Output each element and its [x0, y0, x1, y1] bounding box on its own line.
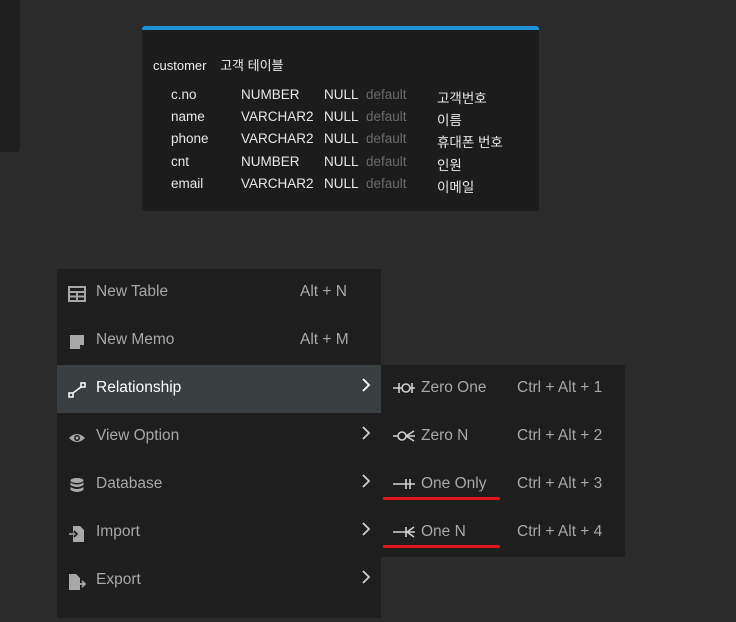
column-row[interactable]: cnt NUMBER NULL default 인원 — [142, 154, 539, 174]
one-only-icon — [393, 479, 415, 489]
relationship-icon — [68, 382, 86, 398]
zero-one-icon — [393, 383, 415, 393]
column-row[interactable]: name VARCHAR2 NULL default 이름 — [142, 109, 539, 129]
submenu-item-one-n[interactable]: One N Ctrl + Alt + 4 — [381, 509, 625, 557]
one-n-icon — [393, 526, 415, 538]
context-menu: New Table Alt + N New Memo Alt + M Relat… — [57, 269, 381, 618]
table-header: customer 고객 테이블 — [153, 55, 284, 74]
menu-item-relationship[interactable]: Relationship — [57, 365, 381, 413]
menu-item-label: Relationship — [96, 379, 182, 396]
column-name[interactable]: cnt — [171, 154, 189, 169]
table-card[interactable]: customer 고객 테이블 c.no NUMBER NULL default… — [142, 26, 539, 211]
column-type[interactable]: NUMBER — [241, 154, 300, 169]
column-type[interactable]: NUMBER — [241, 87, 300, 102]
column-name[interactable]: name — [171, 109, 205, 124]
import-icon — [69, 526, 84, 542]
submenu-item-shortcut: Ctrl + Alt + 3 — [517, 475, 603, 492]
menu-item-label: Export — [96, 571, 141, 588]
menu-item-new-table[interactable]: New Table Alt + N — [57, 269, 381, 317]
column-comment[interactable]: 이름 — [437, 109, 462, 129]
menu-item-shortcut: Alt + N — [300, 283, 347, 300]
submenu-item-shortcut: Ctrl + Alt + 1 — [517, 379, 603, 396]
left-panel — [0, 0, 20, 152]
menu-item-new-memo[interactable]: New Memo Alt + M — [57, 317, 381, 365]
submenu-item-zero-n[interactable]: Zero N Ctrl + Alt + 2 — [381, 413, 625, 461]
column-null[interactable]: NULL — [324, 87, 359, 102]
submenu-item-label: One N — [421, 523, 466, 540]
chevron-right-icon — [362, 378, 371, 392]
highlight-underline — [383, 497, 500, 500]
column-null[interactable]: NULL — [324, 176, 359, 191]
column-default[interactable]: default — [366, 109, 407, 124]
column-type[interactable]: VARCHAR2 — [241, 176, 314, 191]
column-name[interactable]: c.no — [171, 87, 197, 102]
menu-item-shortcut: Alt + M — [300, 331, 349, 348]
relationship-submenu: Zero One Ctrl + Alt + 1 Zero N Ctrl + Al… — [381, 365, 625, 557]
column-comment[interactable]: 이메일 — [437, 176, 474, 196]
column-null[interactable]: NULL — [324, 131, 359, 146]
table-name[interactable]: customer — [153, 58, 206, 73]
column-type[interactable]: VARCHAR2 — [241, 131, 314, 146]
column-row[interactable]: phone VARCHAR2 NULL default 휴대폰 번호 — [142, 131, 539, 151]
chevron-right-icon — [362, 426, 371, 440]
chevron-right-icon — [362, 474, 371, 488]
chevron-right-icon — [362, 570, 371, 584]
menu-item-view-option[interactable]: View Option — [57, 413, 381, 461]
menu-item-export[interactable]: Export — [57, 557, 381, 605]
column-comment[interactable]: 인원 — [437, 154, 462, 174]
submenu-item-label: Zero One — [421, 379, 487, 396]
zero-n-icon — [393, 430, 415, 442]
column-default[interactable]: default — [366, 176, 407, 191]
submenu-item-one-only[interactable]: One Only Ctrl + Alt + 3 — [381, 461, 625, 509]
highlight-underline — [383, 545, 500, 548]
column-name[interactable]: email — [171, 176, 203, 191]
table-comment[interactable]: 고객 테이블 — [220, 58, 283, 73]
eye-icon — [69, 434, 85, 442]
table-icon — [68, 286, 86, 302]
submenu-item-shortcut: Ctrl + Alt + 4 — [517, 523, 603, 540]
column-default[interactable]: default — [366, 87, 407, 102]
column-null[interactable]: NULL — [324, 154, 359, 169]
column-row[interactable]: c.no NUMBER NULL default 고객번호 — [142, 87, 539, 107]
column-name[interactable]: phone — [171, 131, 209, 146]
database-icon — [70, 478, 84, 492]
column-type[interactable]: VARCHAR2 — [241, 109, 314, 124]
menu-item-label: Import — [96, 523, 140, 540]
menu-item-label: New Memo — [96, 331, 175, 348]
chevron-right-icon — [362, 522, 371, 536]
column-row[interactable]: email VARCHAR2 NULL default 이메일 — [142, 176, 539, 196]
menu-item-import[interactable]: Import — [57, 509, 381, 557]
column-comment[interactable]: 고객번호 — [437, 87, 487, 107]
export-icon — [69, 574, 86, 590]
column-comment[interactable]: 휴대폰 번호 — [437, 131, 503, 151]
column-default[interactable]: default — [366, 154, 407, 169]
column-default[interactable]: default — [366, 131, 407, 146]
submenu-item-label: Zero N — [421, 427, 469, 444]
menu-item-label: Database — [96, 475, 163, 492]
memo-icon — [70, 335, 84, 349]
submenu-item-shortcut: Ctrl + Alt + 2 — [517, 427, 603, 444]
menu-item-label: View Option — [96, 427, 180, 444]
menu-item-database[interactable]: Database — [57, 461, 381, 509]
column-null[interactable]: NULL — [324, 109, 359, 124]
submenu-item-label: One Only — [421, 475, 487, 492]
submenu-item-zero-one[interactable]: Zero One Ctrl + Alt + 1 — [381, 365, 625, 413]
menu-item-label: New Table — [96, 283, 169, 300]
